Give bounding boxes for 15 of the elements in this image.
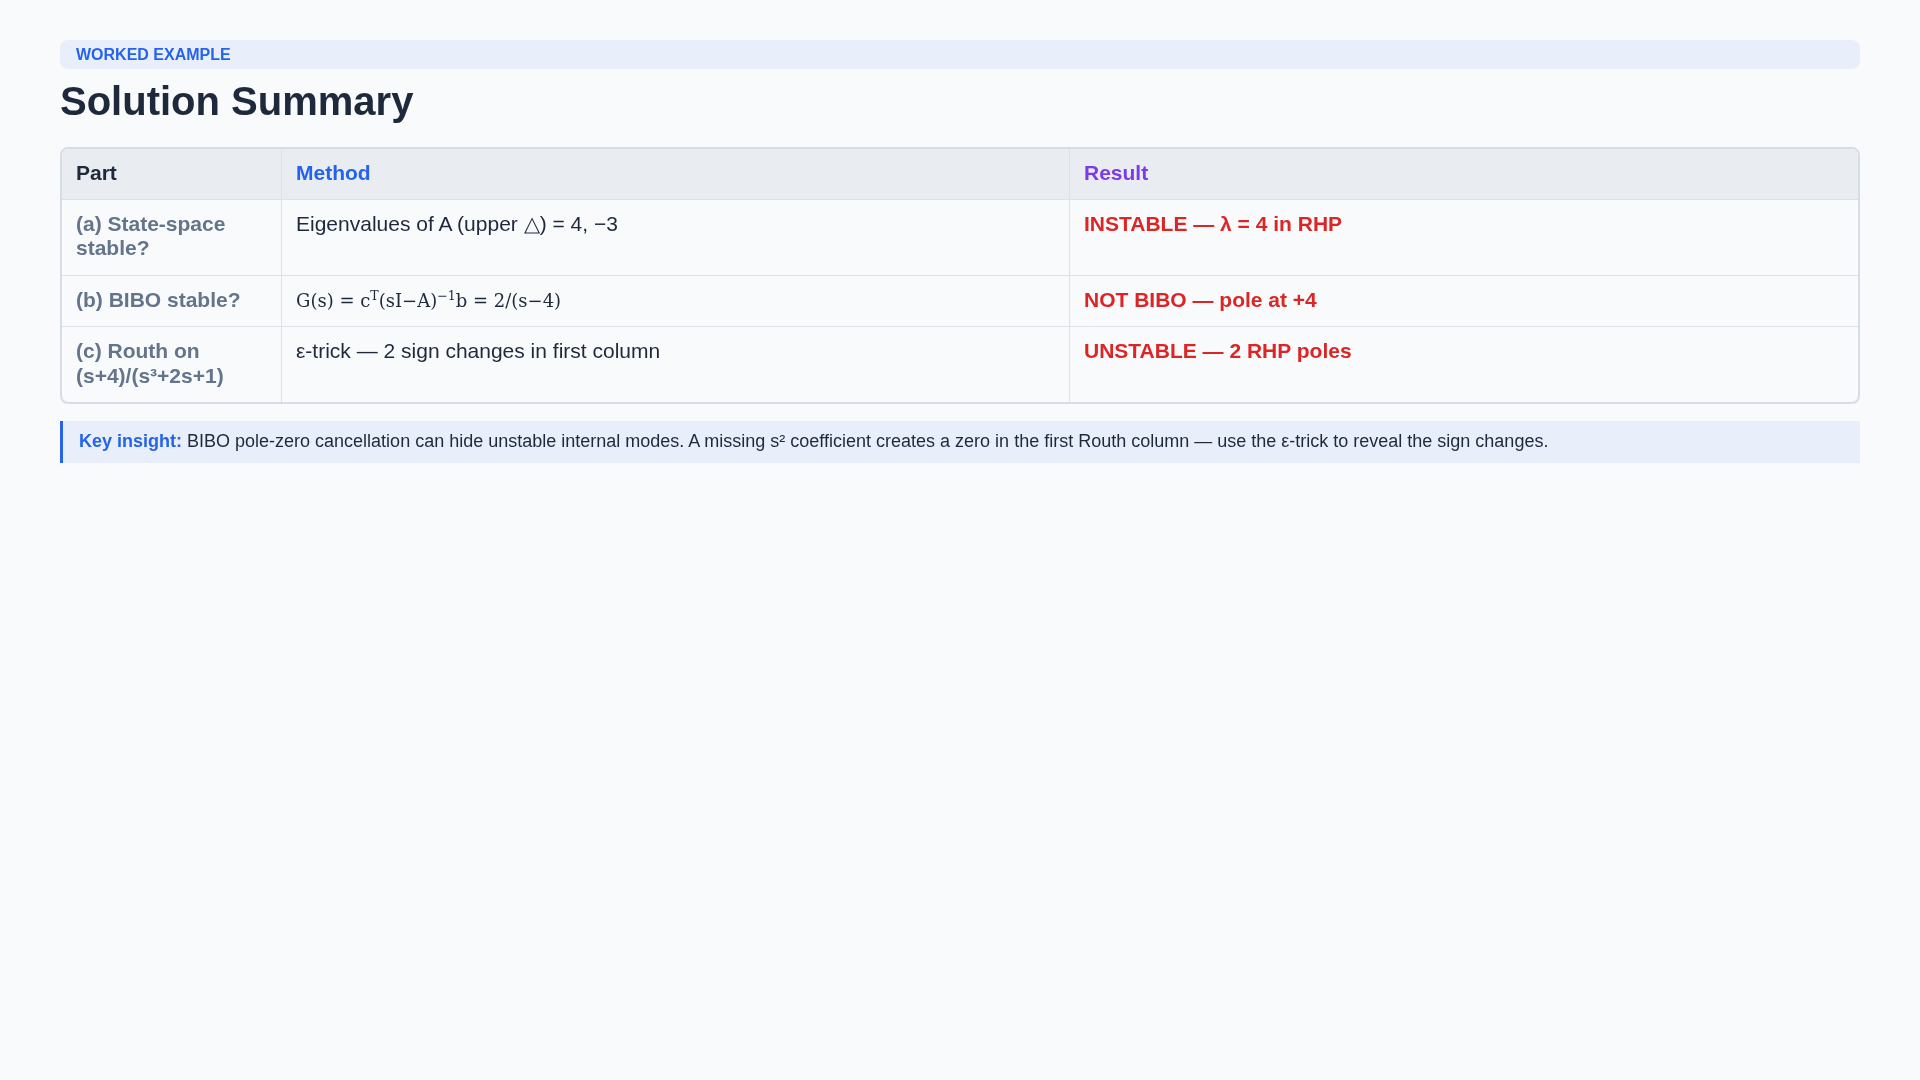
table-cell: UNSTABLE — 2 RHP poles <box>1070 326 1858 403</box>
table-cell: (a) State-space stable? <box>62 198 282 275</box>
page-title: Solution Summary <box>60 79 415 123</box>
table-cell: (c) Routh on (s+4)/(s³+2s+1) <box>62 326 282 403</box>
column-header: Method <box>282 149 1070 199</box>
table-cell: INSTABLE — λ = 4 in RHP <box>1070 198 1858 275</box>
table-cell: G(s) = c$^{T}$(sI−A)$^{−1}$b = 2/(s−4) <box>282 274 1070 327</box>
insight-callout: Key insight: BIBO pole-zero cancellation can hide unstable internal modes. A missing s² coefficient creates a zero in the first Routh column — use the ε-trick to reveal the sign changes. <box>60 421 1860 463</box>
table-cell: NOT BIBO — pole at +4 <box>1070 274 1858 327</box>
table-cell: ε-trick — 2 sign changes in first column <box>282 326 1070 403</box>
section-label: WORKED EXAMPLE <box>60 40 1860 69</box>
table-cell: (b) BIBO stable? <box>62 274 282 327</box>
column-header: Result <box>1070 149 1858 199</box>
table-cell: Eigenvalues of A (upper △) = 4, −3 <box>282 198 1070 275</box>
column-header: Part <box>62 149 282 199</box>
